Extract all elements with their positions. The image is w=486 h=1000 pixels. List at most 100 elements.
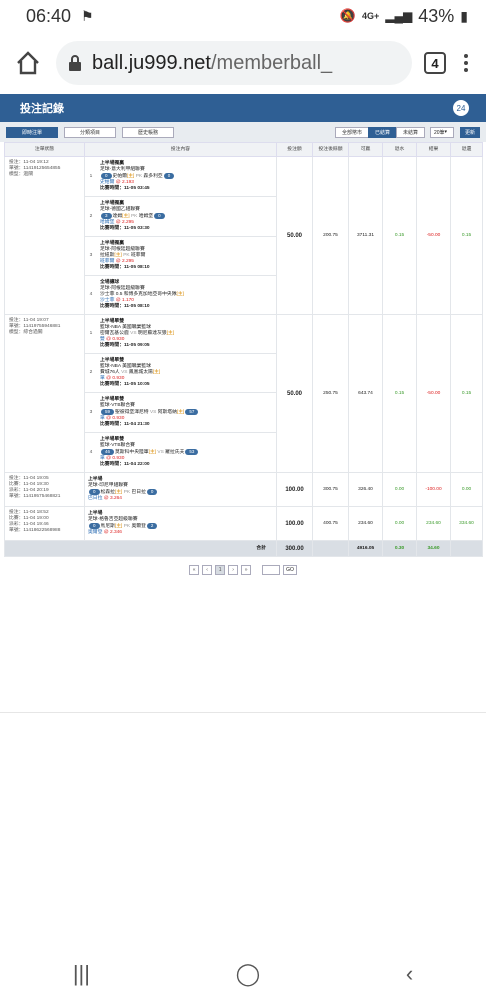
page-size-select[interactable]: 20筆 ▾ bbox=[429, 126, 454, 138]
pick: 班菲爾 bbox=[100, 259, 115, 264]
table-row: 投注：11-04 18:52 比賽：11-04 19:00 派彩：11-04 19:… bbox=[4, 506, 483, 541]
home-tag: [主] bbox=[122, 214, 130, 219]
matchup: 59 聖彼得堡澤尼特 VS 阿斯塔納[主] 57 bbox=[100, 409, 273, 416]
returned: 0.15 bbox=[450, 156, 483, 315]
home-team: 沙士菲 0.5 和博多克加地亞哥中央隊 bbox=[100, 292, 177, 297]
win-amount: 234.60 bbox=[348, 506, 383, 541]
tab-live-bets[interactable]: 即時注單 bbox=[6, 126, 58, 138]
total-win: 4916.05 bbox=[348, 540, 383, 557]
home-team: 馬尼斯 bbox=[100, 524, 115, 529]
bet-leg: 2 上半場單雙 籃球-NBA 美國職業籃球 費城76人 VS 鳳凰城太陽[主] 單 @ … bbox=[85, 354, 276, 393]
back-icon[interactable]: ‹ bbox=[406, 961, 413, 987]
pick: 奧爾登 bbox=[88, 530, 103, 535]
home-team: 史帕爾 bbox=[112, 174, 127, 179]
bet-leg: 上半場 足球-印尼甲組聯賽 0 松森拉[主] PK 巴日拉 0 巴日拉 @ 3.264 bbox=[85, 473, 276, 506]
last-page-button[interactable]: » bbox=[241, 565, 252, 575]
pick: 沙士菲 bbox=[100, 298, 115, 303]
filter-all[interactable]: 全部幣市 bbox=[334, 126, 369, 138]
bet-leg: 上半場 足球-格魯吉亞超級聯賽 0 馬尼斯[主] PK 奧爾登 2 奧爾登 @ 2.346 bbox=[85, 507, 276, 540]
pick: 史帕爾 bbox=[100, 180, 115, 185]
home-score-badge: 59 bbox=[101, 409, 115, 415]
mute-icon: 🔕 bbox=[339, 8, 357, 23]
away-team: 森多利亞 bbox=[143, 174, 163, 179]
bet-content: 上半場 足球-格魯吉亞超級聯賽 0 馬尼斯[主] PK 奧爾登 2 奧爾登 @ 2.346 bbox=[84, 506, 277, 541]
rebate: 0.00 bbox=[382, 472, 417, 507]
home-team: 達姆 bbox=[112, 214, 123, 219]
page-jump-input[interactable] bbox=[262, 565, 281, 575]
matchup: 0 史帕爾[主] PK 森多利亞 0 bbox=[100, 173, 273, 180]
page-go-button[interactable]: GO bbox=[283, 565, 297, 575]
odds: @ 2.193 bbox=[115, 180, 134, 185]
url-host: ball.ju999.net bbox=[92, 51, 211, 74]
leg-number: 4 bbox=[89, 449, 93, 455]
match-time: 比賽時間：11-05 09:05 bbox=[100, 343, 150, 348]
match-time: 比賽時間：11-04 21:30 bbox=[100, 422, 150, 427]
match-time: 比賽時間：11-05 08:10 bbox=[100, 304, 150, 309]
lock-icon bbox=[69, 55, 81, 71]
bet-content: 1 上半場單雙 籃球-NBA 美國職業籃球 密爾瓦基公鹿 VS 明尼蘇達灰狼[主] 雙 … bbox=[84, 314, 277, 473]
rebate: 0.00 bbox=[382, 506, 417, 541]
bet-record-table: 注單狀態 投注內容 投注額 投注後餘額 可贏 退水 結果 退還 投注：11-04… bbox=[4, 142, 483, 557]
address-bar[interactable]: ball.ju999.net/memberball_ bbox=[56, 41, 412, 85]
odds: @ 0.930 bbox=[106, 376, 125, 381]
home-circle-icon[interactable]: ◯ bbox=[236, 961, 261, 987]
browser-toolbar: ball.ju999.net/memberball_ 4 bbox=[0, 32, 486, 94]
col-stake: 投注額 bbox=[276, 142, 313, 157]
tab-categories[interactable]: 分類項目 bbox=[64, 126, 116, 138]
away-team: 鳳凰城太陽 bbox=[128, 370, 153, 375]
pick: 雙 bbox=[100, 337, 105, 342]
bet-info-line: 模型：過關 bbox=[9, 172, 33, 177]
current-page[interactable]: 1 bbox=[215, 565, 226, 575]
first-page-button[interactable]: « bbox=[189, 565, 200, 575]
away-tag: [主] bbox=[176, 410, 185, 415]
next-page-button[interactable]: › bbox=[228, 565, 239, 575]
page-size-value: 20筆 bbox=[433, 129, 445, 136]
stake: 50.00 bbox=[276, 314, 313, 473]
settle-filter: 全部幣市 已結算 未結算 bbox=[334, 126, 425, 138]
leg-number: 1 bbox=[89, 331, 93, 336]
away-team: 哈姆堡 bbox=[138, 214, 154, 219]
matchup: 46 莫斯科中央陸軍[主] VS 羅拉氏夫 53 bbox=[100, 449, 273, 456]
page-title: 投注記錄 bbox=[20, 103, 64, 115]
col-win: 可贏 bbox=[348, 142, 383, 157]
match-time: 比賽時間：11-05 10:05 bbox=[100, 382, 150, 387]
table-row: 投注：11-04 19:12 單號：11419125654855 模型：過關 1 上半場… bbox=[4, 156, 483, 315]
col-result: 結果 bbox=[416, 142, 451, 157]
page-divider bbox=[0, 712, 486, 713]
away-team: 明尼蘇達灰狼 bbox=[137, 331, 167, 336]
bet-info-line: 模型：綜合過關 bbox=[9, 330, 43, 335]
col-status: 注單狀態 bbox=[4, 142, 85, 157]
home-score-badge: 46 bbox=[101, 449, 115, 455]
pick: 單 bbox=[100, 456, 105, 461]
home-score-badge: 0 bbox=[101, 173, 112, 179]
match-time: 比賽時間：11-04 22:00 bbox=[100, 462, 150, 467]
support-24h-icon[interactable]: 24 bbox=[450, 98, 472, 118]
browser-menu-button[interactable] bbox=[458, 54, 474, 72]
tab-history[interactable]: 歷史帳務 bbox=[122, 126, 174, 138]
rebate: 0.15 bbox=[382, 156, 417, 315]
result: -50.00 bbox=[416, 156, 451, 315]
away-score-badge: 0 bbox=[163, 173, 175, 179]
url-path: /memberball_ bbox=[210, 51, 333, 74]
pick: 單 bbox=[100, 376, 105, 381]
pagination: « ‹ 1 › » GO bbox=[0, 565, 486, 575]
filter-unsettled[interactable]: 未結算 bbox=[395, 126, 425, 138]
home-tag: [主] bbox=[114, 524, 123, 529]
prev-page-button[interactable]: ‹ bbox=[202, 565, 213, 575]
recent-apps-icon[interactable]: ||| bbox=[73, 961, 90, 987]
tab-switcher-button[interactable]: 4 bbox=[424, 52, 446, 74]
home-button[interactable] bbox=[12, 47, 44, 79]
refresh-button[interactable]: 更新 bbox=[459, 126, 480, 138]
match-time: 比賽時間：11-05 08:10 bbox=[100, 265, 150, 270]
bet-leg: 4 上半場單雙 籃球-VTB聯合賽 46 莫斯科中央陸軍[主] VS 羅拉氏夫 53 單 @… bbox=[85, 433, 276, 472]
odds: @ 0.930 bbox=[106, 456, 125, 461]
balance: 300.75 bbox=[312, 472, 349, 507]
stake: 100.00 bbox=[276, 472, 313, 507]
bet-content: 上半場 足球-印尼甲組聯賽 0 松森拉[主] PK 巴日拉 0 巴日拉 @ 3.264 bbox=[84, 472, 277, 507]
android-nav-bar: ||| ◯ ‹ bbox=[0, 948, 486, 1000]
result: 234.60 bbox=[416, 506, 451, 541]
col-rebate: 退水 bbox=[382, 142, 417, 157]
away-team: 羅拉氏夫 bbox=[165, 450, 185, 455]
match-time: 比賽時間：11-05 03:45 bbox=[100, 186, 150, 191]
filter-settled[interactable]: 已結算 bbox=[367, 126, 397, 138]
